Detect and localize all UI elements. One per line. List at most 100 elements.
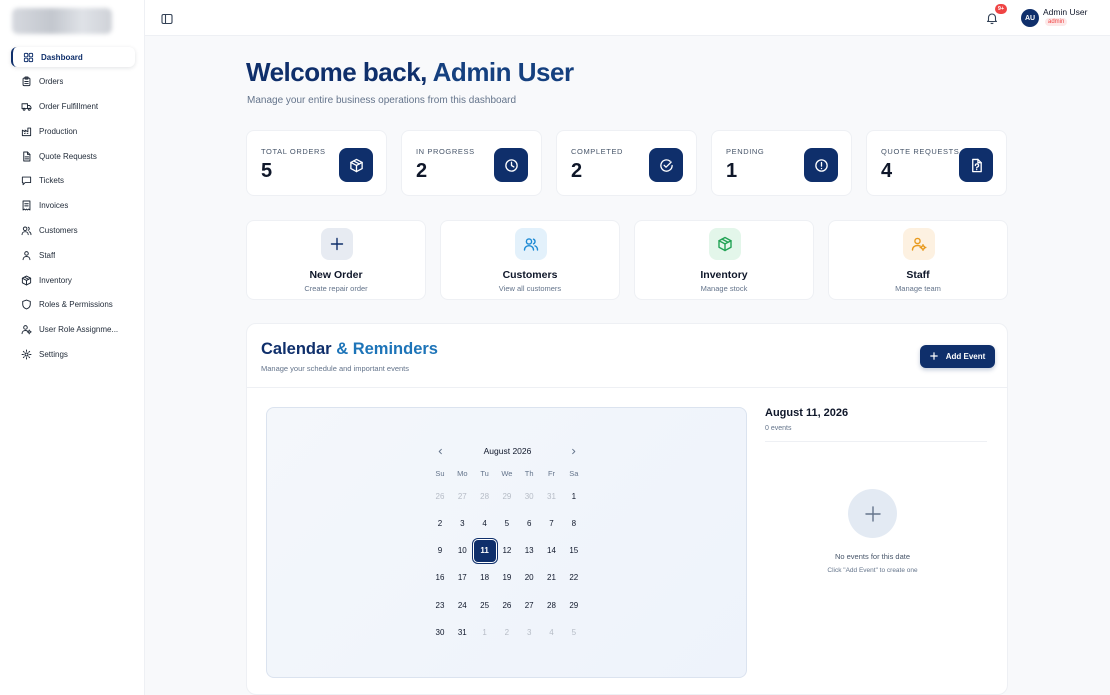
calendar-day[interactable]: 1 [474, 622, 496, 644]
stat-value: 2 [571, 160, 583, 182]
calendar-widget: August 2026 Su Mo Tu We Th Fr Sa 26 27 28 29 30 31 1 2… [266, 407, 747, 678]
shield-icon [21, 299, 32, 310]
avatar[interactable]: AU [1021, 9, 1039, 27]
stat-label: PENDING [726, 147, 765, 156]
calendar-day[interactable]: 3 [518, 622, 540, 644]
calendar-day[interactable]: 31 [541, 485, 563, 507]
user-role-badge: admin [1045, 18, 1068, 26]
chevron-right-icon[interactable] [566, 444, 580, 458]
calendar-day[interactable]: 24 [451, 594, 473, 616]
user-group-icon [21, 250, 32, 261]
calendar-day[interactable]: 1 [563, 485, 585, 507]
calendar-day[interactable]: 10 [451, 540, 473, 562]
sidebar-item-staff[interactable]: Staff [11, 245, 135, 265]
calendar-day[interactable]: 5 [563, 622, 585, 644]
layout-grid-icon [23, 52, 34, 63]
quick-action-customers[interactable]: Customers View all customers [440, 220, 620, 300]
page-title: Welcome back, Admin User [246, 57, 574, 88]
sidebar-item-label: Settings [39, 350, 68, 360]
notification-badge: 9+ [995, 4, 1007, 14]
calendar-day[interactable]: 27 [518, 594, 540, 616]
welcome-prefix: Welcome back, [246, 57, 433, 87]
stat-card-completed: COMPLETED 2 [556, 130, 697, 196]
sidebar-item-tickets[interactable]: Tickets [11, 171, 135, 191]
clipboard-icon [21, 76, 32, 87]
calendar-day[interactable]: 28 [474, 485, 496, 507]
sidebar-item-customers[interactable]: Customers [11, 221, 135, 241]
calendar-day[interactable]: 13 [518, 540, 540, 562]
quick-action-staff[interactable]: Staff Manage team [828, 220, 1008, 300]
calendar-day[interactable]: 4 [541, 622, 563, 644]
sidebar-item-settings[interactable]: Settings [11, 345, 135, 365]
calendar-day[interactable]: 6 [518, 512, 540, 534]
calendar-day[interactable]: 9 [429, 540, 451, 562]
calendar-day[interactable]: 28 [541, 594, 563, 616]
calendar-day[interactable]: 31 [451, 622, 473, 644]
sidebar-item-label: Orders [39, 77, 64, 87]
topbar: 9+ AU Admin User admin [145, 0, 1110, 36]
calendar-day[interactable]: 18 [474, 567, 496, 589]
calendar-day[interactable]: 2 [496, 622, 518, 644]
calendar-day[interactable]: 22 [563, 567, 585, 589]
calendar-day[interactable]: 16 [429, 567, 451, 589]
sidebar-item-user-role-assignme[interactable]: User Role Assignme... [11, 320, 135, 340]
brand-logo[interactable] [12, 8, 112, 34]
sidebar-item-dashboard[interactable]: Dashboard [11, 47, 135, 67]
calendar-day[interactable]: 17 [451, 567, 473, 589]
calendar-day[interactable]: 30 [429, 622, 451, 644]
add-event-button[interactable]: Add Event [920, 345, 995, 368]
sidebar-item-label: Production [39, 126, 78, 136]
stat-label: TOTAL ORDERS [261, 147, 326, 156]
calendar-day[interactable]: 14 [541, 540, 563, 562]
calendar-day[interactable]: 5 [496, 512, 518, 534]
quick-action-title: New Order [309, 269, 363, 281]
calendar-title-main: Calendar [261, 340, 337, 358]
calendar-day[interactable]: 29 [563, 594, 585, 616]
users-icon [515, 228, 547, 260]
file-text-icon [21, 151, 32, 162]
sidebar-item-quote-requests[interactable]: Quote Requests [11, 146, 135, 166]
alert-circle-icon [804, 148, 838, 182]
sidebar-item-inventory[interactable]: Inventory [11, 270, 135, 290]
quick-action-subtitle: View all customers [498, 284, 562, 293]
check-circle-icon [649, 148, 683, 182]
calendar-day[interactable]: 23 [429, 594, 451, 616]
quick-action-inventory[interactable]: Inventory Manage stock [634, 220, 814, 300]
calendar-day[interactable]: 25 [474, 594, 496, 616]
sidebar-item-production[interactable]: Production [11, 121, 135, 141]
add-event-label: Add Event [945, 352, 986, 361]
sidebar-item-orders[interactable]: Orders [11, 72, 135, 92]
calendar-day[interactable]: 15 [563, 540, 585, 562]
quick-action-subtitle: Create repair order [304, 284, 368, 293]
sidebar-item-label: Customers [39, 226, 78, 236]
sidebar-item-label: Dashboard [41, 52, 83, 62]
calendar-day[interactable]: 19 [496, 567, 518, 589]
sidebar-toggle-icon[interactable] [161, 12, 173, 25]
sidebar-item-order-fulfillment[interactable]: Order Fulfillment [11, 97, 135, 117]
calendar-day-selected[interactable]: 11 [473, 539, 496, 562]
quick-action-title: Customers [502, 269, 558, 281]
sidebar-item-roles-permissions[interactable]: Roles & Permissions [11, 295, 135, 315]
truck-icon [21, 101, 32, 112]
calendar-day[interactable]: 4 [474, 512, 496, 534]
calendar-day[interactable]: 30 [518, 485, 540, 507]
calendar-day[interactable]: 3 [451, 512, 473, 534]
calendar-day[interactable]: 27 [451, 485, 473, 507]
sidebar-item-label: Inventory [39, 275, 72, 285]
sidebar-item-invoices[interactable]: Invoices [11, 196, 135, 216]
calendar-day[interactable]: 29 [496, 485, 518, 507]
quick-action-new-order[interactable]: New Order Create repair order [246, 220, 426, 300]
calendar-day[interactable]: 20 [518, 567, 540, 589]
calendar-day[interactable]: 26 [429, 485, 451, 507]
stat-label: IN PROGRESS [416, 147, 475, 156]
calendar-day[interactable]: 21 [541, 567, 563, 589]
user-cog-icon [903, 228, 935, 260]
calendar-day[interactable]: 12 [496, 540, 518, 562]
empty-events-subtitle: Click "Add Event" to create one [827, 567, 918, 574]
chevron-left-icon[interactable] [433, 444, 447, 458]
calendar-day[interactable]: 2 [429, 512, 451, 534]
calendar-day[interactable]: 26 [496, 594, 518, 616]
calendar-day[interactable]: 7 [541, 512, 563, 534]
calendar-title: Calendar & Reminders [261, 340, 438, 359]
calendar-day[interactable]: 8 [563, 512, 585, 534]
